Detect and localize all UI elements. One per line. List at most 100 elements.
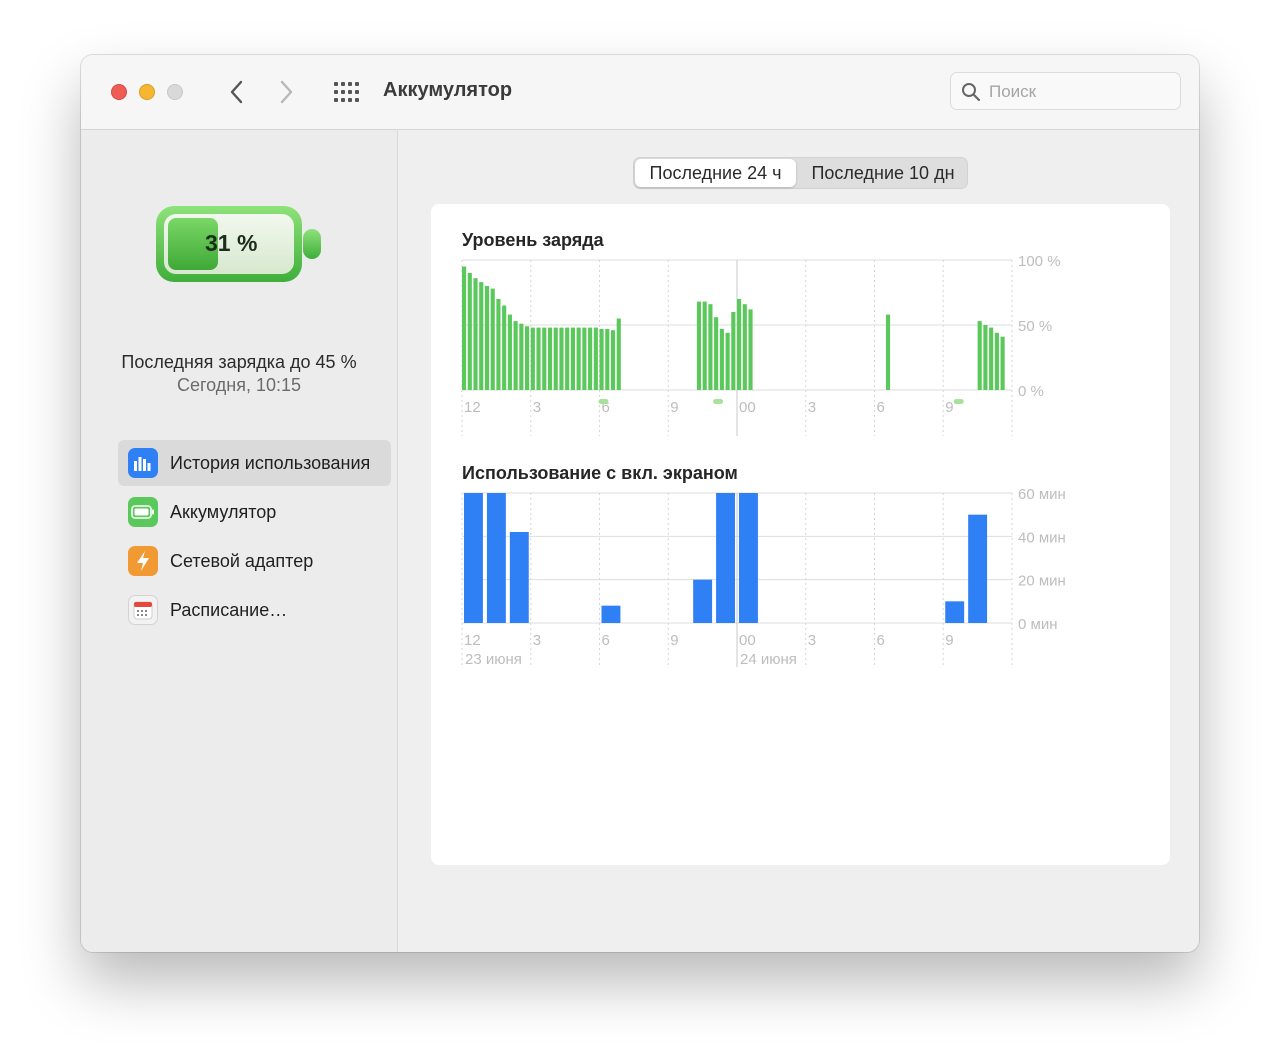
battery-bar bbox=[588, 327, 593, 390]
battery-bar bbox=[714, 317, 719, 390]
sidebar-item-label: История использования bbox=[170, 452, 371, 473]
battery-bar bbox=[484, 286, 490, 390]
battery-bar bbox=[462, 266, 467, 390]
power-adapter-icon bbox=[128, 546, 158, 576]
date-label: 23 июня bbox=[465, 651, 522, 668]
sidebar-item-power-adapter[interactable]: Сетевой адаптер bbox=[118, 538, 391, 584]
screen-usage-bar bbox=[509, 532, 529, 623]
battery-percentage: 31 % bbox=[205, 230, 258, 256]
forward-button[interactable] bbox=[271, 77, 301, 107]
y-tick-label: 60 мин bbox=[1018, 487, 1066, 503]
x-tick-label: 3 bbox=[533, 632, 541, 649]
battery-bar bbox=[616, 318, 621, 390]
show-all-button[interactable] bbox=[333, 81, 361, 103]
sidebar-item-usage-history[interactable]: История использования bbox=[118, 440, 391, 486]
x-tick-label: 6 bbox=[877, 632, 885, 649]
x-tick-label: 12 bbox=[464, 632, 481, 649]
x-tick-label: 3 bbox=[808, 399, 816, 416]
last-charge-time: Сегодня, 10:15 bbox=[176, 375, 302, 395]
x-tick-label: 00 bbox=[739, 399, 756, 416]
battery-bar bbox=[994, 332, 999, 390]
sidebar: 31 % Последняя зарядка до 45 % Сегодня, … bbox=[81, 130, 398, 952]
screen-usage-bar bbox=[968, 514, 988, 623]
battery-bar bbox=[547, 327, 553, 390]
zoom-window-button[interactable] bbox=[167, 84, 183, 100]
battery-bar bbox=[576, 327, 581, 390]
screen-usage-bar bbox=[945, 601, 965, 623]
y-tick-label: 40 мин bbox=[1018, 529, 1066, 546]
window-title: Аккумулятор bbox=[383, 79, 513, 101]
battery-bar bbox=[467, 273, 472, 390]
y-tick-label: 100 % bbox=[1018, 254, 1061, 270]
battery-bar bbox=[479, 282, 484, 390]
battery-bar bbox=[989, 327, 994, 390]
charging-marker bbox=[713, 399, 724, 404]
close-window-button[interactable] bbox=[111, 84, 127, 100]
battery-bar bbox=[696, 301, 702, 390]
sidebar-list: История использования Аккумулятор Сетево… bbox=[118, 440, 391, 636]
battery-bar bbox=[513, 321, 518, 390]
sidebar-item-battery[interactable]: Аккумулятор bbox=[118, 489, 391, 535]
sidebar-item-schedule[interactable]: Расписание… bbox=[118, 587, 391, 633]
battery-bar bbox=[553, 327, 558, 390]
tab-last-24-hours[interactable]: Последние 24 ч bbox=[635, 159, 796, 187]
battery-bar bbox=[605, 328, 610, 390]
usage-history-icon bbox=[128, 448, 158, 478]
battery-bar bbox=[725, 332, 730, 390]
battery-bar bbox=[490, 288, 495, 390]
system-preferences-window: Аккумулятор Поиск 31 % Последняя зарядка… bbox=[81, 55, 1199, 952]
battery-level-chart: 100 %50 %0 %12 3 6 9 00 3 6 9 bbox=[461, 254, 1061, 436]
battery-bar bbox=[507, 314, 512, 390]
screen-usage-chart: 60 мин 40 мин 20 мин 0 мин 12 3 6 9 00 3 6 9 23 июня… bbox=[461, 487, 1066, 668]
time-range-segmented-control[interactable]: Последние 24 ч Последние 10 дн bbox=[633, 157, 968, 189]
charts-panel: Уровень заряда 100 % 50 % 0 % 12 3 6 9 00 3 6 9 Ис… bbox=[431, 204, 1170, 865]
x-tick-label: 9 bbox=[945, 399, 953, 416]
chevron-left-icon bbox=[230, 80, 243, 104]
chevron-right-icon bbox=[280, 80, 293, 104]
charging-marker bbox=[953, 399, 964, 404]
battery-bar bbox=[983, 325, 988, 390]
battery-bar bbox=[519, 323, 524, 390]
battery-bar bbox=[530, 327, 535, 390]
last-charge-text: Последняя зарядка до 45 % bbox=[121, 352, 357, 372]
sidebar-item-label: Сетевой адаптер bbox=[170, 550, 314, 571]
battery-bar bbox=[610, 330, 616, 390]
y-tick-label: 0 мин bbox=[1018, 616, 1058, 633]
y-tick-label: 50 % bbox=[1018, 318, 1052, 335]
battery-bar bbox=[473, 278, 478, 390]
screen-usage-bar bbox=[716, 493, 735, 623]
search-input[interactable] bbox=[987, 79, 1176, 105]
grid-icon bbox=[334, 82, 359, 102]
battery-bar bbox=[593, 327, 598, 390]
battery-bar bbox=[582, 327, 587, 390]
battery-bar bbox=[977, 321, 982, 390]
battery-level-chart-title: Уровень заряда bbox=[462, 230, 604, 250]
x-tick-label: 3 bbox=[808, 632, 816, 649]
battery-bar bbox=[731, 312, 736, 390]
sidebar-item-label: Расписание… bbox=[170, 599, 288, 620]
x-tick-label: 6 bbox=[602, 632, 610, 649]
battery-bar bbox=[708, 304, 713, 390]
battery-bar bbox=[719, 328, 724, 390]
screen-usage-bar bbox=[601, 605, 621, 623]
minimize-window-button[interactable] bbox=[139, 84, 155, 100]
battery-bar bbox=[536, 327, 541, 390]
search-field[interactable] bbox=[950, 72, 1181, 110]
screen-usage-bar bbox=[486, 493, 506, 623]
battery-bar bbox=[559, 327, 564, 390]
x-tick-label: 9 bbox=[945, 632, 953, 649]
battery-bar bbox=[1000, 336, 1005, 390]
battery-bar bbox=[496, 299, 501, 390]
battery-bar bbox=[737, 299, 742, 390]
x-tick-label: 6 bbox=[877, 399, 885, 416]
tab-last-10-days[interactable]: Последние 10 дн bbox=[798, 158, 968, 188]
x-tick-label: 9 bbox=[670, 632, 678, 649]
x-tick-label: 9 bbox=[670, 399, 678, 416]
x-tick-label: 00 bbox=[739, 632, 756, 649]
screen-usage-bar bbox=[464, 493, 483, 623]
screen-usage-chart-title: Использование с вкл. экраном bbox=[462, 463, 738, 483]
battery-bar bbox=[599, 328, 604, 390]
back-button[interactable] bbox=[222, 77, 252, 107]
charging-marker bbox=[598, 399, 609, 404]
battery-bar bbox=[748, 309, 753, 390]
